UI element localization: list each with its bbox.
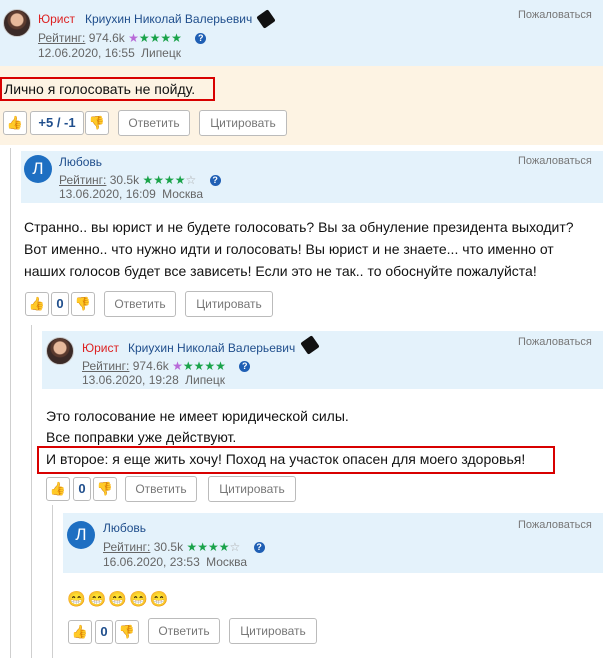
date-city: 16.06.2020, 23:53 Москва (103, 555, 247, 569)
rating: Рейтинг: 30.5k ★★★★☆ ? (59, 173, 221, 187)
rating-value: 30.5k (153, 540, 184, 554)
thumbs-up-icon[interactable]: 👍 (25, 292, 49, 316)
author-name[interactable]: Криухин Николай Валерьевич (128, 341, 295, 355)
stars-green-icon: ★★★★ (138, 31, 182, 45)
avatar[interactable]: Л (67, 521, 95, 549)
rating-value: 30.5k (109, 173, 140, 187)
avatar[interactable] (46, 337, 74, 365)
comment-text: Странно.. вы юрист и не будете голосоват… (24, 219, 574, 235)
avatar[interactable] (3, 9, 31, 37)
comment-date: 16.06.2020, 23:53 (103, 555, 200, 569)
stars-green-icon: ★★★★ (182, 359, 226, 373)
comment-text: наших голосов будет все зависеть! Если э… (24, 263, 537, 279)
thumbs-down-icon[interactable]: 👎 (71, 292, 95, 316)
emoji-grin-icons: 😁😁😁😁😁 (67, 591, 171, 608)
thumbs-down-icon[interactable]: 👎 (115, 620, 139, 644)
date-city: 13.06.2020, 19:28 Липецк (82, 373, 225, 387)
quote-button[interactable]: Цитировать (199, 110, 287, 136)
thumbs-up-icon[interactable]: 👍 (46, 477, 70, 501)
highlight-box (0, 77, 215, 101)
role-label: Юрист (82, 341, 119, 355)
question-icon[interactable]: ? (253, 542, 265, 554)
question-icon[interactable]: ? (195, 33, 207, 45)
thumbs-up-icon[interactable]: 👍 (3, 111, 27, 135)
rating: Рейтинг: 30.5k ★★★★☆ ? (103, 540, 265, 554)
author-name[interactable]: Любовь (59, 155, 102, 169)
comment-text: Все поправки уже действуют. (46, 429, 237, 445)
vote-count: 0 (73, 477, 91, 501)
comment-city: Москва (162, 187, 204, 201)
complain-link[interactable]: Пожаловаться (518, 336, 592, 348)
author-name[interactable]: Криухин Николай Валерьевич (85, 12, 252, 26)
rating-value: 974.6k (88, 31, 125, 45)
question-icon[interactable]: ? (239, 361, 251, 373)
thumbs-down-icon[interactable]: 👎 (93, 477, 117, 501)
question-icon[interactable]: ? (209, 175, 221, 187)
quote-button[interactable]: Цитировать (208, 476, 296, 502)
comment-date: 13.06.2020, 19:28 (82, 373, 179, 387)
vote-count: 0 (95, 620, 113, 644)
thumbs-down-icon[interactable]: 👎 (85, 111, 109, 135)
stars-green-icon: ★★★★ (186, 540, 230, 554)
star-purple-icon: ★ (128, 31, 139, 45)
comment-city: Липецк (185, 373, 225, 387)
rating-label[interactable]: Рейтинг: (103, 540, 150, 554)
author-name[interactable]: Любовь (103, 521, 146, 535)
reply-button[interactable]: Ответить (118, 110, 190, 136)
rating-label[interactable]: Рейтинг: (59, 173, 106, 187)
complain-link[interactable]: Пожаловаться (518, 519, 592, 531)
rating-value: 974.6k (132, 359, 169, 373)
comment-text: Вот именно.. что нужно идти и голосовать… (24, 241, 554, 257)
thread-line (10, 148, 11, 658)
star-purple-icon: ★ (172, 359, 183, 373)
date-city: 13.06.2020, 16:09 Москва (59, 187, 203, 201)
complain-link[interactable]: Пожаловаться (518, 9, 592, 21)
comment-text: Это голосование не имеет юридической сил… (46, 408, 349, 424)
avatar[interactable]: Л (24, 155, 52, 183)
thread-line (31, 325, 32, 658)
reply-button[interactable]: Ответить (148, 618, 220, 644)
comment-city: Москва (206, 555, 248, 569)
quote-button[interactable]: Цитировать (185, 291, 273, 317)
role-label: Юрист (38, 12, 75, 26)
comment-date: 13.06.2020, 16:09 (59, 187, 156, 201)
rating-label[interactable]: Рейтинг: (82, 359, 129, 373)
complain-link[interactable]: Пожаловаться (518, 155, 592, 167)
comment-date: 12.06.2020, 16:55 (38, 46, 135, 60)
star-empty-icon: ☆ (229, 540, 241, 554)
reply-button[interactable]: Ответить (104, 291, 176, 317)
thumbs-up-icon[interactable]: 👍 (68, 620, 92, 644)
thread-line (52, 505, 53, 658)
rating: Рейтинг: 974.6k ★★★★★ ? (82, 359, 251, 373)
stars-green-icon: ★★★★ (142, 173, 186, 187)
rating-label[interactable]: Рейтинг: (38, 31, 85, 45)
star-empty-icon: ☆ (185, 173, 197, 187)
comment-city: Липецк (141, 46, 181, 60)
rating: Рейтинг: 974.6k ★★★★★ ? (38, 31, 207, 45)
vote-count: +5 / -1 (30, 111, 84, 135)
highlight-box (37, 446, 555, 474)
quote-button[interactable]: Цитировать (229, 618, 317, 644)
date-city: 12.06.2020, 16:55 Липецк (38, 46, 181, 60)
reply-button[interactable]: Ответить (125, 476, 197, 502)
vote-count: 0 (51, 292, 69, 316)
